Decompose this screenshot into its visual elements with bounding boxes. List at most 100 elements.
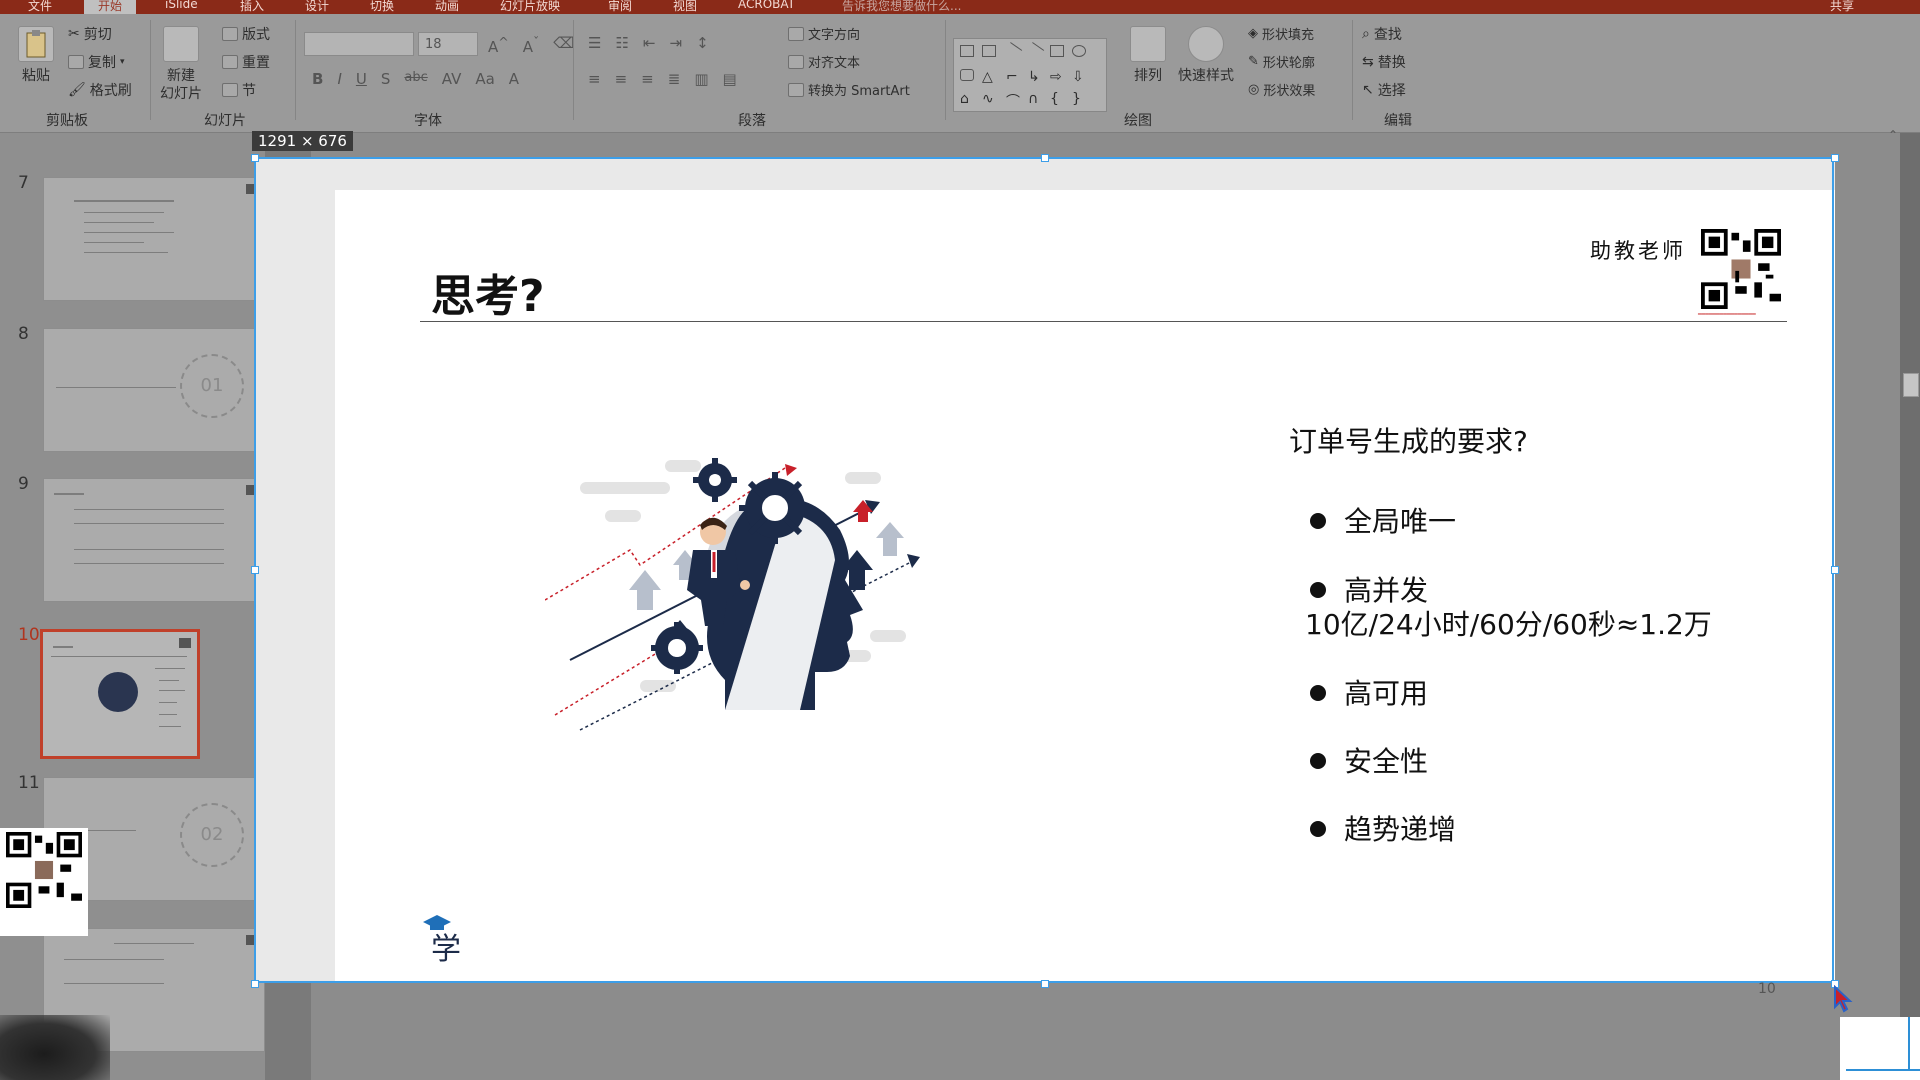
font-group-label: 字体	[414, 113, 442, 129]
select-button[interactable]: ↖ 选择	[1362, 80, 1406, 100]
question-heading[interactable]: 订单号生成的要求?	[1289, 420, 1528, 460]
numbering-icon[interactable]: ☷	[615, 34, 628, 52]
tab-transitions[interactable]: 切换	[370, 0, 394, 14]
shape-outline-button[interactable]: ✎ 形状轮廓	[1248, 52, 1315, 71]
tell-me-input[interactable]: 告诉我您想要做什么...	[842, 0, 961, 14]
scrollbar-thumb[interactable]	[1903, 373, 1919, 397]
triangle-shape-icon[interactable]: △	[982, 69, 996, 85]
align-text-button[interactable]: 对齐文本	[788, 52, 860, 71]
resize-handle[interactable]	[251, 154, 259, 162]
increase-indent-icon[interactable]: ⇥	[669, 34, 682, 52]
line-spacing-icon[interactable]: ↕	[696, 34, 709, 52]
vertical-scrollbar[interactable]	[1900, 133, 1920, 1080]
font-size-select[interactable]: 18	[418, 32, 478, 56]
resize-handle[interactable]	[1831, 154, 1839, 162]
shapes-gallery[interactable]: △ ⌐ ↳ ⇨ ⇩ ⌂ ∿ ⌒ ∩ { }	[953, 38, 1107, 112]
section-button[interactable]: 节	[222, 80, 256, 100]
arrow-line-shape-icon[interactable]	[1025, 42, 1045, 60]
justify-icon[interactable]: ≣	[668, 70, 681, 88]
calculation-line[interactable]: 10亿/24小时/60分/60秒≈1.2万	[1305, 603, 1712, 643]
align-center-icon[interactable]: ≡	[615, 70, 628, 88]
tab-design[interactable]: 设计	[305, 0, 329, 14]
shape-effects-button[interactable]: ◎ 形状效果	[1248, 80, 1315, 99]
copy-button[interactable]: 复制 ▾	[68, 52, 125, 72]
tab-acrobat[interactable]: ACROBAT	[738, 0, 795, 11]
left-brace-shape-icon[interactable]: {	[1050, 91, 1064, 107]
curve-shape-icon[interactable]: ∩	[1028, 91, 1042, 107]
list-item[interactable]: 趋势递增	[1310, 808, 1456, 848]
elbow-arrow-shape-icon[interactable]: ↳	[1028, 69, 1042, 85]
right-arrow-shape-icon[interactable]: ⇨	[1050, 69, 1064, 85]
oval-shape-icon[interactable]	[1072, 45, 1086, 57]
slide-thumbnail-10[interactable]	[40, 629, 200, 759]
slide-content[interactable]: 思考? 助教老师 ━━━━━━━━━━━━━━━━ 订单号生成的要求? 全局唯一…	[335, 190, 1835, 983]
thumbnail-number: 11	[18, 773, 40, 793]
resize-handle[interactable]	[251, 566, 259, 574]
smartart-button[interactable]: 转换为 SmartArt	[788, 80, 910, 99]
arc-shape-icon[interactable]: ⌒	[1006, 91, 1020, 110]
resize-handle[interactable]	[1831, 566, 1839, 574]
format-painter-button[interactable]: 🖌 格式刷	[68, 80, 132, 100]
connector-shape-icon[interactable]: ⌐	[1006, 69, 1020, 85]
bold-button[interactable]: B	[312, 70, 323, 88]
right-brace-shape-icon[interactable]: }	[1072, 91, 1086, 107]
arrange-button[interactable]: 排列	[1130, 26, 1166, 85]
reset-button[interactable]: 重置	[222, 52, 270, 72]
change-case-button[interactable]: Aa	[475, 70, 494, 88]
slide-thumbnail-8[interactable]: 01	[43, 328, 265, 452]
quick-styles-button[interactable]: 快速样式	[1178, 26, 1234, 85]
down-arrow-shape-icon[interactable]: ⇩	[1072, 69, 1086, 85]
vertical-textbox-shape-icon[interactable]	[982, 45, 996, 57]
list-item[interactable]: 高可用	[1310, 672, 1428, 712]
shape-fill-button[interactable]: ◈ 形状填充	[1248, 24, 1314, 43]
char-spacing-button[interactable]: AV	[442, 70, 462, 88]
line-shape-icon[interactable]	[1003, 42, 1023, 60]
rectangle-shape-icon[interactable]	[1050, 45, 1064, 57]
slide-title[interactable]: 思考?	[431, 260, 545, 324]
resize-handle[interactable]	[1041, 154, 1049, 162]
bullets-icon[interactable]: ☰	[588, 34, 601, 52]
grow-font-icon[interactable]: A^	[488, 34, 509, 56]
tab-insert[interactable]: 插入	[240, 0, 264, 14]
columns-icon[interactable]: ▥	[694, 70, 708, 88]
slide-thumbnail-7[interactable]	[43, 177, 265, 301]
tab-slideshow[interactable]: 幻灯片放映	[500, 0, 560, 14]
replace-label: 替换	[1377, 55, 1406, 71]
align-left-icon[interactable]: ≡	[588, 70, 601, 88]
text-direction-button[interactable]: 文字方向	[788, 24, 860, 43]
resize-handle[interactable]	[1041, 980, 1049, 988]
tab-view[interactable]: 视图	[673, 0, 697, 14]
shadow-button[interactable]: S	[381, 70, 391, 88]
tab-animations[interactable]: 动画	[435, 0, 459, 14]
find-button[interactable]: ⌕ 查找	[1362, 24, 1402, 44]
decrease-indent-icon[interactable]: ⇤	[643, 34, 656, 52]
tab-home[interactable]: 开始	[84, 0, 137, 14]
font-name-select[interactable]	[304, 32, 414, 56]
clear-format-icon[interactable]: ⌫	[553, 34, 574, 56]
italic-button[interactable]: I	[337, 70, 341, 88]
slide-thumbnail-9[interactable]	[43, 478, 265, 602]
textbox-shape-icon[interactable]	[960, 45, 974, 57]
shrink-font-icon[interactable]: Aˇ	[523, 34, 540, 56]
arrange-icon	[1130, 26, 1166, 62]
tab-file[interactable]: 文件	[28, 0, 52, 14]
tab-islide[interactable]: iSlide	[165, 0, 198, 11]
underline-button[interactable]: U	[356, 70, 367, 88]
replace-button[interactable]: ⇆ 替换	[1362, 52, 1406, 72]
rounded-rect-shape-icon[interactable]	[960, 69, 974, 81]
share-button[interactable]: 共享	[1830, 0, 1854, 14]
list-item[interactable]: 全局唯一	[1310, 500, 1456, 540]
list-item[interactable]: 安全性	[1310, 740, 1428, 780]
freeform-shape-icon[interactable]: ⌂	[960, 91, 974, 107]
tab-review[interactable]: 审阅	[608, 0, 632, 14]
font-color-button[interactable]: A	[509, 70, 519, 88]
layout-button[interactable]: 版式	[222, 24, 270, 44]
column-options-icon[interactable]: ▤	[723, 70, 737, 88]
strikethrough-button[interactable]: abc	[404, 70, 427, 88]
align-right-icon[interactable]: ≡	[641, 70, 654, 88]
new-slide-button[interactable]: 新建 幻灯片	[160, 26, 202, 103]
cut-button[interactable]: ✂ 剪切	[68, 24, 112, 44]
resize-handle[interactable]	[251, 980, 259, 988]
scribble-shape-icon[interactable]: ∿	[982, 91, 996, 107]
paste-button[interactable]: 粘贴	[18, 26, 54, 85]
